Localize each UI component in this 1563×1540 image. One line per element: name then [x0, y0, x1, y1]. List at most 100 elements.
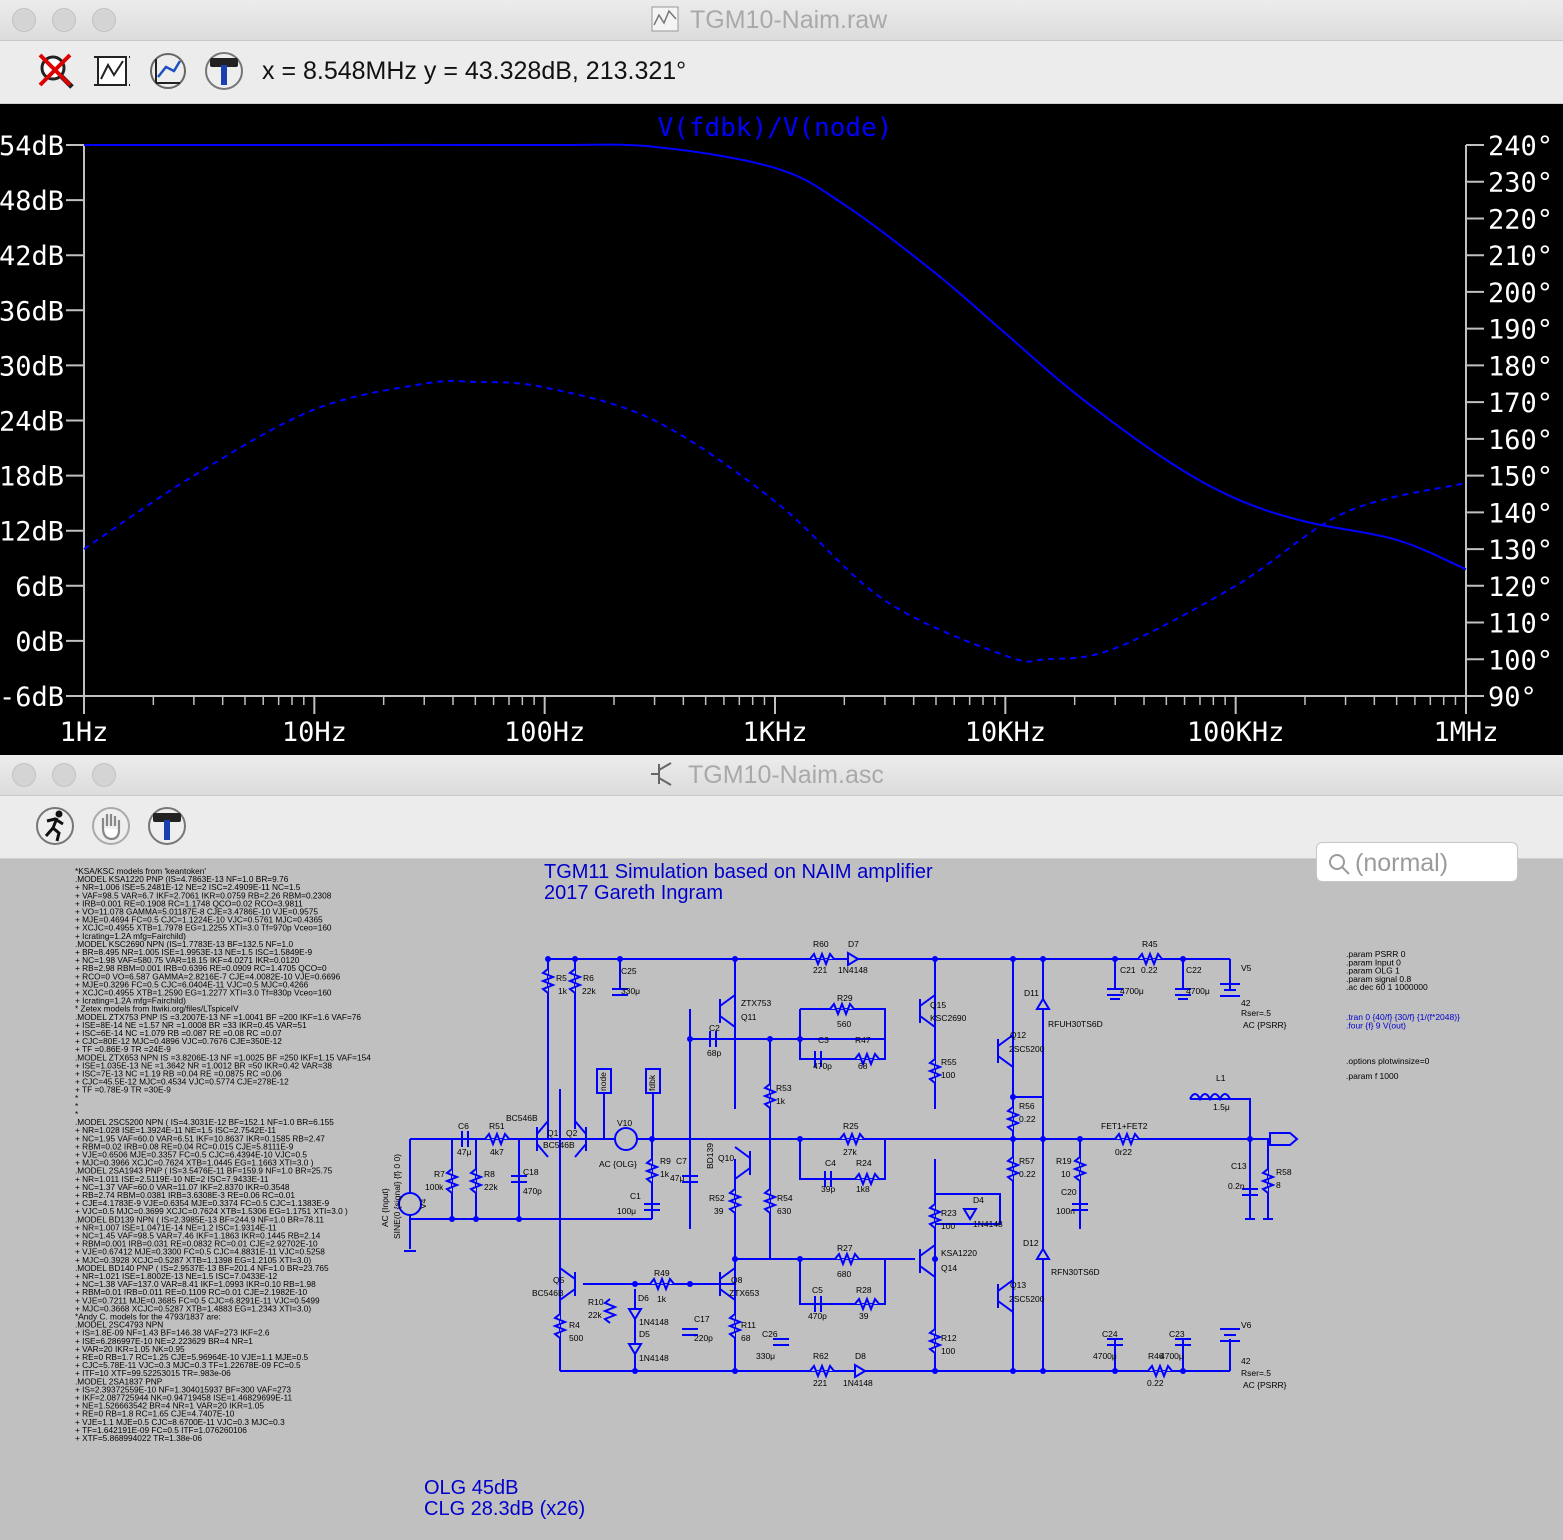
label-c13[interactable]: C13	[1231, 1161, 1247, 1171]
label-c6[interactable]: C6	[458, 1121, 469, 1131]
label-r45v[interactable]: 0.22	[1141, 965, 1158, 975]
label-c17[interactable]: C17	[694, 1314, 710, 1324]
label-r52v[interactable]: 39	[714, 1206, 724, 1216]
label-r47v[interactable]: 68	[858, 1061, 868, 1071]
label-ksa1220[interactable]: KSA1220	[941, 1248, 977, 1258]
hammer-icon[interactable]	[147, 806, 187, 846]
label-r12[interactable]: R12	[941, 1333, 957, 1343]
label-q13[interactable]: Q13	[1010, 1280, 1026, 1290]
spice-models-text[interactable]: *KSA/KSC models from 'keantoken' .MODEL K…	[75, 866, 371, 1443]
label-node[interactable]: node	[598, 1072, 608, 1091]
label-r51[interactable]: R51	[489, 1121, 505, 1131]
label-c3v[interactable]: 470p	[813, 1061, 832, 1071]
label-q8t[interactable]: ZTX653	[729, 1288, 760, 1298]
label-r8[interactable]: R8	[484, 1169, 495, 1179]
close-button[interactable]	[12, 763, 36, 787]
schematic-canvas[interactable]: *KSA/KSC models from 'keantoken' .MODEL K…	[0, 859, 1563, 1540]
label-v5v[interactable]: 42	[1241, 998, 1251, 1008]
label-r6[interactable]: R6	[583, 973, 594, 983]
clg-note[interactable]: CLG 28.3dB (x26)	[424, 1498, 585, 1520]
label-c3[interactable]: C3	[818, 1035, 829, 1045]
label-v4src[interactable]: SINE(0 {signal} {f} 0 0)	[392, 1154, 402, 1239]
label-q12[interactable]: Q12	[1010, 1030, 1026, 1040]
label-r23[interactable]: R23	[941, 1208, 957, 1218]
label-q5[interactable]: Q5	[553, 1275, 565, 1285]
label-r27[interactable]: R27	[837, 1243, 853, 1253]
label-r28[interactable]: R28	[856, 1285, 872, 1295]
label-q1[interactable]: Q1	[547, 1128, 559, 1138]
autorange-icon[interactable]	[148, 51, 188, 91]
label-r27v[interactable]: 680	[837, 1269, 851, 1279]
label-q14[interactable]: Q14	[941, 1263, 957, 1273]
label-d6v[interactable]: 1N4148	[639, 1317, 669, 1327]
label-c18v[interactable]: 470p	[523, 1186, 542, 1196]
minimize-button[interactable]	[52, 763, 76, 787]
schematic-heading[interactable]: TGM11 Simulation based on NAIM amplifier	[544, 861, 933, 883]
zoom-button[interactable]	[92, 763, 116, 787]
label-c25v[interactable]: 330μ	[621, 986, 640, 996]
label-r53v[interactable]: 1k	[776, 1096, 786, 1106]
label-r11[interactable]: R11	[741, 1320, 756, 1330]
olg-note[interactable]: OLG 45dB	[424, 1477, 519, 1499]
label-v10ac[interactable]: AC {OLG}	[599, 1159, 637, 1169]
label-c13v[interactable]: 0.2n	[1228, 1181, 1245, 1191]
label-c1v[interactable]: 100μ	[617, 1206, 636, 1216]
label-r51v[interactable]: 4k7	[490, 1147, 504, 1157]
label-ztx753[interactable]: ZTX753	[741, 998, 772, 1008]
label-d4v[interactable]: 1N4148	[973, 1219, 1003, 1229]
label-r25v[interactable]: 27k	[843, 1147, 857, 1157]
label-c26[interactable]: C26	[762, 1329, 778, 1339]
label-r12v[interactable]: 100	[941, 1346, 955, 1356]
label-r24[interactable]: R24	[856, 1158, 872, 1168]
label-fdbk[interactable]: fdbk	[647, 1074, 657, 1091]
label-ksc2690[interactable]: KSC2690	[930, 1013, 967, 1023]
label-r57v[interactable]: 0.22	[1019, 1169, 1036, 1179]
label-r9[interactable]: R9	[660, 1156, 671, 1166]
label-r10[interactable]: R10	[588, 1297, 604, 1307]
minimize-button[interactable]	[52, 8, 76, 32]
label-c4[interactable]: C4	[825, 1158, 836, 1168]
label-v6ac[interactable]: AC {PSRR}	[1243, 1380, 1287, 1390]
label-r62[interactable]: R62	[813, 1351, 829, 1361]
label-d12v[interactable]: RFN30TS6D	[1051, 1267, 1100, 1277]
label-c21[interactable]: C21	[1120, 965, 1136, 975]
label-r6v[interactable]: 22k	[582, 986, 596, 996]
label-v10[interactable]: V10	[617, 1118, 632, 1128]
label-d11[interactable]: D11	[1024, 988, 1039, 998]
label-d8[interactable]: D8	[855, 1351, 866, 1361]
label-r47[interactable]: R47	[855, 1035, 871, 1045]
label-bd139[interactable]: BD139	[705, 1143, 715, 1169]
label-r24v[interactable]: 1k8	[856, 1184, 870, 1194]
label-v5[interactable]: V5	[1241, 963, 1252, 973]
label-bc546b[interactable]: BC546B	[506, 1113, 538, 1123]
label-r56[interactable]: R56	[1019, 1101, 1035, 1111]
label-d11v[interactable]: RFUH30TS6D	[1048, 1019, 1103, 1029]
label-q10[interactable]: Q10	[718, 1153, 734, 1163]
label-l1[interactable]: L1	[1216, 1073, 1226, 1083]
label-r28v[interactable]: 39	[859, 1311, 869, 1321]
label-c18[interactable]: C18	[523, 1167, 539, 1177]
tran-directives[interactable]: .tran 0 {40/f} {30/f} {1/(f*2048)} .four …	[1346, 1012, 1460, 1030]
run-icon[interactable]	[35, 806, 75, 846]
label-r60[interactable]: R60	[813, 939, 829, 949]
label-r7v[interactable]: 100k	[425, 1182, 444, 1192]
label-c2[interactable]: C2	[709, 1023, 720, 1033]
hammer-icon[interactable]	[204, 51, 244, 91]
param-directives[interactable]: .param PSRR 0 .param Input 0 .param OLG 1.…	[1346, 949, 1428, 992]
label-r57[interactable]: R57	[1019, 1156, 1035, 1166]
label-r4[interactable]: R4	[569, 1320, 580, 1330]
label-fetv[interactable]: 0r22	[1115, 1147, 1132, 1157]
label-d8v[interactable]: 1N4148	[843, 1378, 873, 1388]
label-d7v[interactable]: 1N4148	[838, 965, 868, 975]
label-r10v[interactable]: 22k	[588, 1310, 602, 1320]
label-c7[interactable]: C7	[676, 1156, 687, 1166]
label-r58[interactable]: R58	[1276, 1167, 1292, 1177]
label-c26v[interactable]: 330μ	[756, 1351, 775, 1361]
label-r4v[interactable]: 500	[569, 1333, 583, 1343]
label-r52[interactable]: R52	[709, 1193, 725, 1203]
label-r60v[interactable]: 221	[813, 965, 827, 975]
label-bc546b2[interactable]: BC546B	[543, 1140, 575, 1150]
label-r46v[interactable]: 0.22	[1147, 1378, 1164, 1388]
zoom-fit-icon[interactable]	[92, 51, 132, 91]
label-r19[interactable]: R19	[1056, 1156, 1072, 1166]
